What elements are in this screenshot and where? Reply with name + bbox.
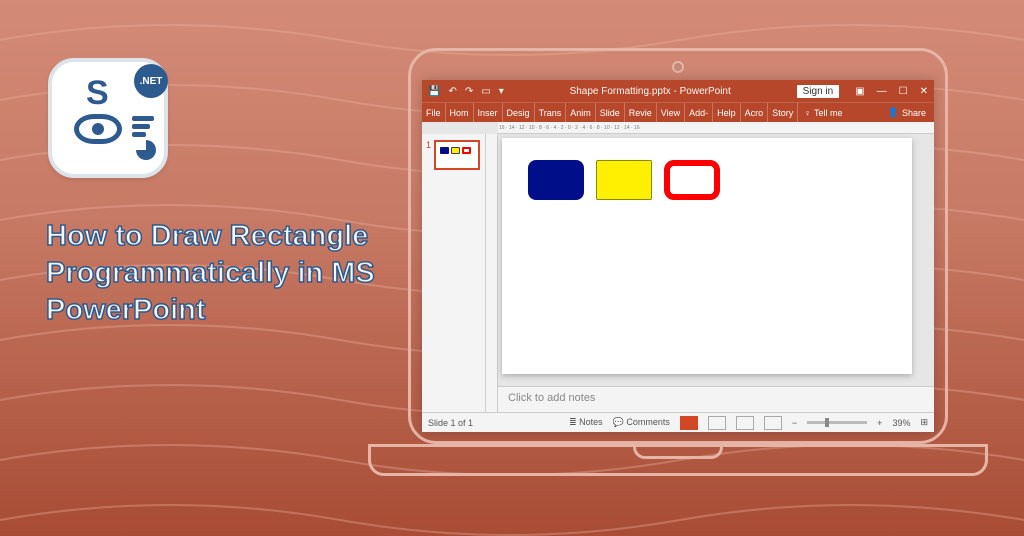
fit-to-window-icon[interactable]: ⊞ [920, 417, 928, 428]
yellow-rectangle-shape[interactable] [596, 160, 652, 200]
slide-counter[interactable]: Slide 1 of 1 [428, 418, 473, 428]
undo-icon[interactable]: ↶ [448, 86, 456, 97]
notes-pane[interactable]: Click to add notes [498, 386, 934, 412]
tell-me-label: Tell me [814, 108, 843, 118]
logo-pie-icon [136, 140, 156, 160]
slideshow-view-button[interactable] [764, 416, 782, 430]
thumbnail-number: 1 [426, 140, 431, 170]
vertical-ruler [486, 134, 498, 412]
sign-in-button[interactable]: Sign in [797, 85, 840, 98]
document-title: Shape Formatting.pptx - PowerPoint [510, 86, 791, 97]
ribbon-options-icon[interactable]: ▣ [855, 86, 864, 97]
tab-transitions[interactable]: Trans [535, 103, 567, 122]
article-headline: How to Draw Rectangle Programmatically i… [46, 218, 376, 329]
laptop-base [368, 444, 988, 476]
tab-file[interactable]: File [422, 103, 446, 122]
tell-me-search[interactable]: ♀ Tell me [798, 103, 848, 122]
zoom-slider[interactable] [807, 421, 867, 424]
status-bar: Slide 1 of 1 ≣ Notes 💬 Comments − + 39% … [422, 412, 934, 432]
laptop-camera-icon [672, 61, 684, 73]
share-button[interactable]: 👤 Share [880, 103, 934, 122]
share-icon: 👤 [888, 107, 899, 118]
horizontal-ruler: 16 · 14 · 12 · 10 · 8 · 6 · 4 · 2 · 0 · … [498, 122, 934, 134]
redo-icon[interactable]: ↷ [465, 86, 473, 97]
comments-toggle[interactable]: 💬 Comments [613, 417, 670, 428]
save-icon[interactable]: 💾 [428, 86, 440, 97]
tab-addins[interactable]: Add- [685, 103, 713, 122]
tab-storyboard[interactable]: Story [768, 103, 798, 122]
sorter-view-button[interactable] [708, 416, 726, 430]
logo-eye-icon [74, 114, 122, 144]
start-slideshow-icon[interactable]: ▭ [481, 86, 490, 97]
ribbon-tabs: File Hom Inser Desig Trans Anim Slide Re… [422, 102, 934, 122]
slide-thumbnail-panel: 1 [422, 134, 486, 412]
tab-home[interactable]: Hom [446, 103, 474, 122]
laptop-notch [633, 445, 723, 459]
tab-slideshow[interactable]: Slide [596, 103, 625, 122]
tab-view[interactable]: View [657, 103, 685, 122]
product-logo-card: S .NET [48, 58, 168, 178]
tab-design[interactable]: Desig [503, 103, 535, 122]
share-label: Share [902, 108, 926, 118]
slide-1[interactable] [502, 138, 912, 374]
maximize-icon[interactable]: ☐ [899, 86, 908, 97]
zoom-out-button[interactable]: − [792, 418, 797, 428]
dotnet-badge: .NET [134, 64, 168, 98]
logo-letter: S [86, 74, 109, 113]
red-outline-rectangle-shape[interactable] [664, 160, 720, 200]
lightbulb-icon: ♀ [804, 108, 811, 118]
laptop-illustration: 💾 ↶ ↷ ▭ ▾ Shape Formatting.pptx - PowerP… [368, 48, 988, 508]
notes-placeholder: Click to add notes [508, 392, 595, 404]
reading-view-button[interactable] [736, 416, 754, 430]
zoom-in-button[interactable]: + [877, 418, 882, 428]
logo-bars-icon [132, 116, 154, 137]
powerpoint-window: 💾 ↶ ↷ ▭ ▾ Shape Formatting.pptx - PowerP… [422, 80, 934, 432]
tab-acrobat[interactable]: Acro [741, 103, 769, 122]
slide-thumbnail-1[interactable] [434, 140, 480, 170]
zoom-percent[interactable]: 39% [892, 418, 910, 428]
slide-canvas-area[interactable] [498, 134, 934, 386]
minimize-icon[interactable]: — [877, 86, 887, 97]
tab-review[interactable]: Revie [625, 103, 657, 122]
tab-insert[interactable]: Inser [474, 103, 503, 122]
tab-help[interactable]: Help [713, 103, 741, 122]
title-bar: 💾 ↶ ↷ ▭ ▾ Shape Formatting.pptx - PowerP… [422, 80, 934, 102]
qat-dropdown-icon[interactable]: ▾ [499, 86, 504, 97]
close-icon[interactable]: ✕ [920, 86, 928, 97]
tab-animations[interactable]: Anim [566, 103, 596, 122]
normal-view-button[interactable] [680, 416, 698, 430]
notes-toggle[interactable]: ≣ Notes [569, 417, 603, 428]
blue-rounded-rectangle-shape[interactable] [528, 160, 584, 200]
